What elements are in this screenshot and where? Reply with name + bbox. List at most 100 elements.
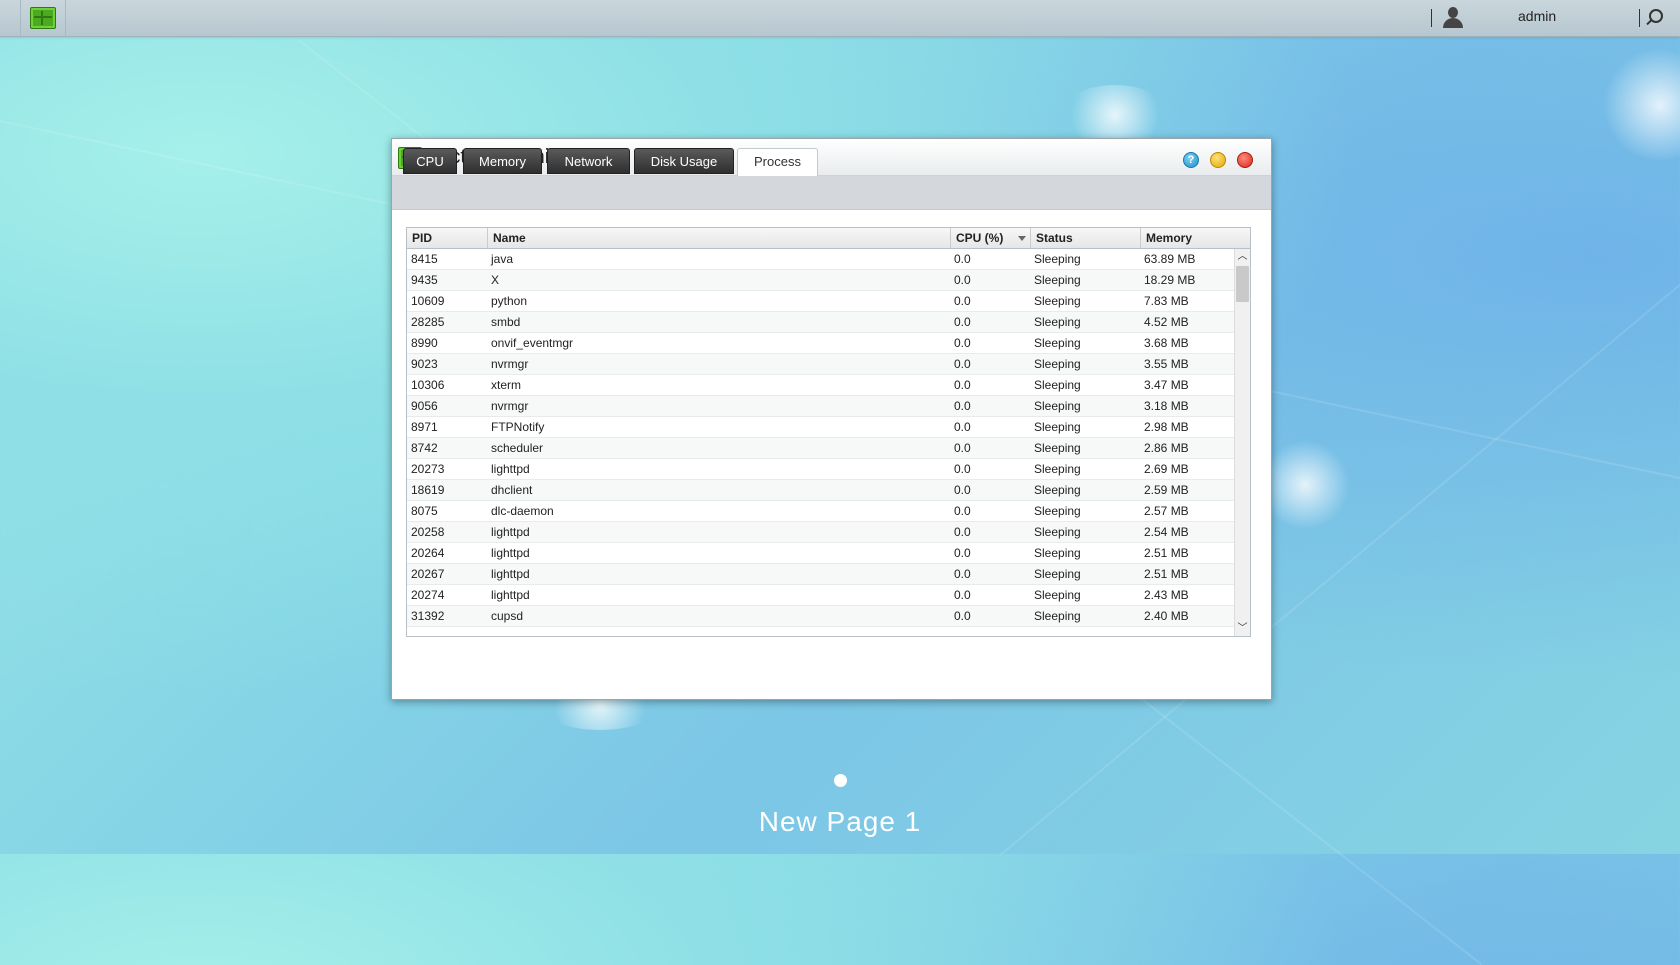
cell-pid: 20267 xyxy=(411,567,445,581)
scroll-thumb[interactable] xyxy=(1236,266,1249,302)
tab-bar xyxy=(392,176,1271,210)
column-header-name[interactable]: Name xyxy=(488,228,951,248)
cell-memory: 2.98 MB xyxy=(1144,420,1189,434)
table-row[interactable]: 9056 nvrmgr 0.0 Sleeping 3.18 MB xyxy=(407,396,1234,417)
cell-name: smbd xyxy=(491,315,521,329)
minimize-button[interactable] xyxy=(1210,152,1226,168)
cell-memory: 2.51 MB xyxy=(1144,567,1189,581)
activity-monitor-launcher[interactable] xyxy=(20,0,66,36)
cell-name: lighttpd xyxy=(491,462,530,476)
username-label[interactable]: admin xyxy=(1518,8,1556,24)
tab-process[interactable]: Process xyxy=(737,148,818,176)
cell-status: Sleeping xyxy=(1034,525,1081,539)
cell-name: X xyxy=(491,273,500,287)
cell-pid: 9056 xyxy=(411,399,438,413)
table-row[interactable]: 28285 smbd 0.0 Sleeping 4.52 MB xyxy=(407,312,1234,333)
cell-cpu: 0.0 xyxy=(954,273,971,287)
tab-network[interactable]: Network xyxy=(547,148,630,174)
cell-name: python xyxy=(491,294,528,308)
cell-name: lighttpd xyxy=(491,546,530,560)
table-row[interactable]: 20274 lighttpd 0.0 Sleeping 2.43 MB xyxy=(407,585,1234,606)
cell-pid: 20273 xyxy=(411,462,445,476)
cell-status: Sleeping xyxy=(1034,273,1081,287)
table-row[interactable]: 9023 nvrmgr 0.0 Sleeping 3.55 MB xyxy=(407,354,1234,375)
table-row[interactable]: 20273 lighttpd 0.0 Sleeping 2.69 MB xyxy=(407,459,1234,480)
cell-cpu: 0.0 xyxy=(954,378,971,392)
cell-pid: 20264 xyxy=(411,546,445,560)
tab-disk-usage[interactable]: Disk Usage xyxy=(634,148,734,174)
cell-name: onvif_eventmgr xyxy=(491,336,574,350)
cell-name: cupsd xyxy=(491,609,524,623)
cell-memory: 2.59 MB xyxy=(1144,483,1189,497)
scroll-down-icon[interactable]: ﹀ xyxy=(1235,621,1250,636)
cell-name: scheduler xyxy=(491,441,544,455)
divider xyxy=(1431,9,1432,27)
table-row[interactable]: 8971 FTPNotify 0.0 Sleeping 2.98 MB xyxy=(407,417,1234,438)
cell-pid: 8971 xyxy=(411,420,438,434)
table-row[interactable]: 8415 java 0.0 Sleeping 63.89 MB xyxy=(407,249,1234,270)
table-row[interactable]: 20264 lighttpd 0.0 Sleeping 2.51 MB xyxy=(407,543,1234,564)
cell-cpu: 0.0 xyxy=(954,567,971,581)
cell-pid: 28285 xyxy=(411,315,445,329)
table-row[interactable]: 20258 lighttpd 0.0 Sleeping 2.54 MB xyxy=(407,522,1234,543)
cell-cpu: 0.0 xyxy=(954,609,971,623)
table-row[interactable]: 31392 cupsd 0.0 Sleeping 2.40 MB xyxy=(407,606,1234,627)
cell-memory: 63.89 MB xyxy=(1144,252,1196,266)
help-button[interactable]: ? xyxy=(1183,152,1199,168)
cell-cpu: 0.0 xyxy=(954,441,971,455)
column-header-cpu[interactable]: CPU (%) xyxy=(951,228,1031,248)
table-row[interactable]: 18619 dhclient 0.0 Sleeping 2.59 MB xyxy=(407,480,1234,501)
table-row[interactable]: 20267 lighttpd 0.0 Sleeping 2.51 MB xyxy=(407,564,1234,585)
cell-memory: 18.29 MB xyxy=(1144,273,1196,287)
cell-status: Sleeping xyxy=(1034,483,1081,497)
scroll-up-icon[interactable]: ︿ xyxy=(1235,249,1250,264)
table-scrollbar[interactable]: ︿ ﹀ xyxy=(1234,249,1250,636)
table-row[interactable]: 10306 xterm 0.0 Sleeping 3.47 MB xyxy=(407,375,1234,396)
table-row[interactable]: 8742 scheduler 0.0 Sleeping 2.86 MB xyxy=(407,438,1234,459)
cell-status: Sleeping xyxy=(1034,441,1081,455)
column-header-pid[interactable]: PID xyxy=(407,228,488,248)
cell-pid: 9023 xyxy=(411,357,438,371)
cell-status: Sleeping xyxy=(1034,546,1081,560)
cell-name: dlc-daemon xyxy=(491,504,554,518)
sort-descending-icon xyxy=(1018,236,1026,241)
column-header-status[interactable]: Status xyxy=(1031,228,1141,248)
cell-status: Sleeping xyxy=(1034,588,1081,602)
cell-cpu: 0.0 xyxy=(954,546,971,560)
cell-name: FTPNotify xyxy=(491,420,545,434)
cell-status: Sleeping xyxy=(1034,462,1081,476)
cell-cpu: 0.0 xyxy=(954,588,971,602)
cell-pid: 18619 xyxy=(411,483,445,497)
user-icon[interactable] xyxy=(1443,7,1463,29)
cell-cpu: 0.0 xyxy=(954,420,971,434)
tab-cpu[interactable]: CPU xyxy=(403,148,457,174)
cell-memory: 3.18 MB xyxy=(1144,399,1189,413)
table-body: 8415 java 0.0 Sleeping 63.89 MB 9435 X 0.0 Sleep… xyxy=(407,249,1234,636)
divider xyxy=(1639,9,1640,27)
cell-cpu: 0.0 xyxy=(954,315,971,329)
table-header: PID Name CPU (%) Status Memory xyxy=(407,228,1250,249)
column-header-memory[interactable]: Memory xyxy=(1141,228,1250,248)
cell-memory: 2.43 MB xyxy=(1144,588,1189,602)
cell-cpu: 0.0 xyxy=(954,252,971,266)
cell-cpu: 0.0 xyxy=(954,357,971,371)
cell-memory: 3.55 MB xyxy=(1144,357,1189,371)
search-icon[interactable] xyxy=(1649,9,1663,23)
table-row[interactable]: 10609 python 0.0 Sleeping 7.83 MB xyxy=(407,291,1234,312)
table-row[interactable]: 8990 onvif_eventmgr 0.0 Sleeping 3.68 MB xyxy=(407,333,1234,354)
table-row[interactable]: 8075 dlc-daemon 0.0 Sleeping 2.57 MB xyxy=(407,501,1234,522)
cell-memory: 2.69 MB xyxy=(1144,462,1189,476)
tab-memory[interactable]: Memory xyxy=(463,148,542,174)
close-button[interactable] xyxy=(1237,152,1253,168)
cell-name: lighttpd xyxy=(491,525,530,539)
cell-memory: 2.54 MB xyxy=(1144,525,1189,539)
cell-name: nvrmgr xyxy=(491,399,529,413)
cell-pid: 20258 xyxy=(411,525,445,539)
cell-status: Sleeping xyxy=(1034,567,1081,581)
table-row[interactable]: 9435 X 0.0 Sleeping 18.29 MB xyxy=(407,270,1234,291)
background-orb xyxy=(1060,85,1170,145)
cell-pid: 8075 xyxy=(411,504,438,518)
page-indicator-dot[interactable] xyxy=(834,774,847,787)
cell-status: Sleeping xyxy=(1034,378,1081,392)
cell-cpu: 0.0 xyxy=(954,483,971,497)
